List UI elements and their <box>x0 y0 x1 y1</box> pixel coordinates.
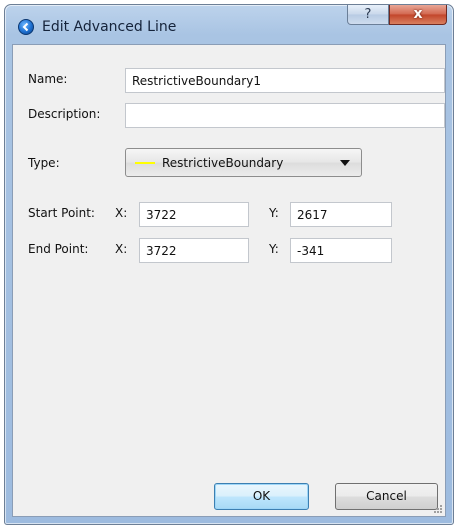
end-y-label: Y: <box>269 242 279 256</box>
type-selected-value: RestrictiveBoundary <box>162 156 284 170</box>
description-label: Description: <box>28 107 101 121</box>
cancel-button[interactable]: Cancel <box>335 483 438 510</box>
help-button[interactable]: ? <box>347 5 389 25</box>
title-bar[interactable]: Edit Advanced Line ? x <box>5 5 453 45</box>
dialog-body: Name: Description: Type: RestrictiveBoun… <box>12 44 446 517</box>
end-point-label: End Point: <box>28 242 89 256</box>
name-label: Name: <box>28 72 68 86</box>
end-x-input[interactable] <box>139 238 249 263</box>
description-input[interactable] <box>125 103 445 128</box>
start-x-label: X: <box>115 206 128 220</box>
name-input[interactable] <box>125 68 445 93</box>
type-dropdown[interactable]: RestrictiveBoundary <box>125 148 362 177</box>
type-label: Type: <box>28 156 60 170</box>
line-color-swatch <box>135 162 155 164</box>
end-x-label: X: <box>115 242 128 256</box>
dialog-window: Edit Advanced Line ? x Name: Description… <box>4 4 454 525</box>
start-y-label: Y: <box>269 206 279 220</box>
close-button[interactable]: x <box>389 5 447 25</box>
ok-button[interactable]: OK <box>214 483 309 510</box>
resize-grip-icon[interactable] <box>431 502 443 514</box>
start-y-input[interactable] <box>290 202 392 227</box>
window-title: Edit Advanced Line <box>42 19 177 35</box>
start-point-label: Start Point: <box>28 206 95 220</box>
end-y-input[interactable] <box>290 238 392 263</box>
start-x-input[interactable] <box>139 202 249 227</box>
app-icon <box>18 19 34 35</box>
dropdown-arrow-icon <box>340 160 350 166</box>
